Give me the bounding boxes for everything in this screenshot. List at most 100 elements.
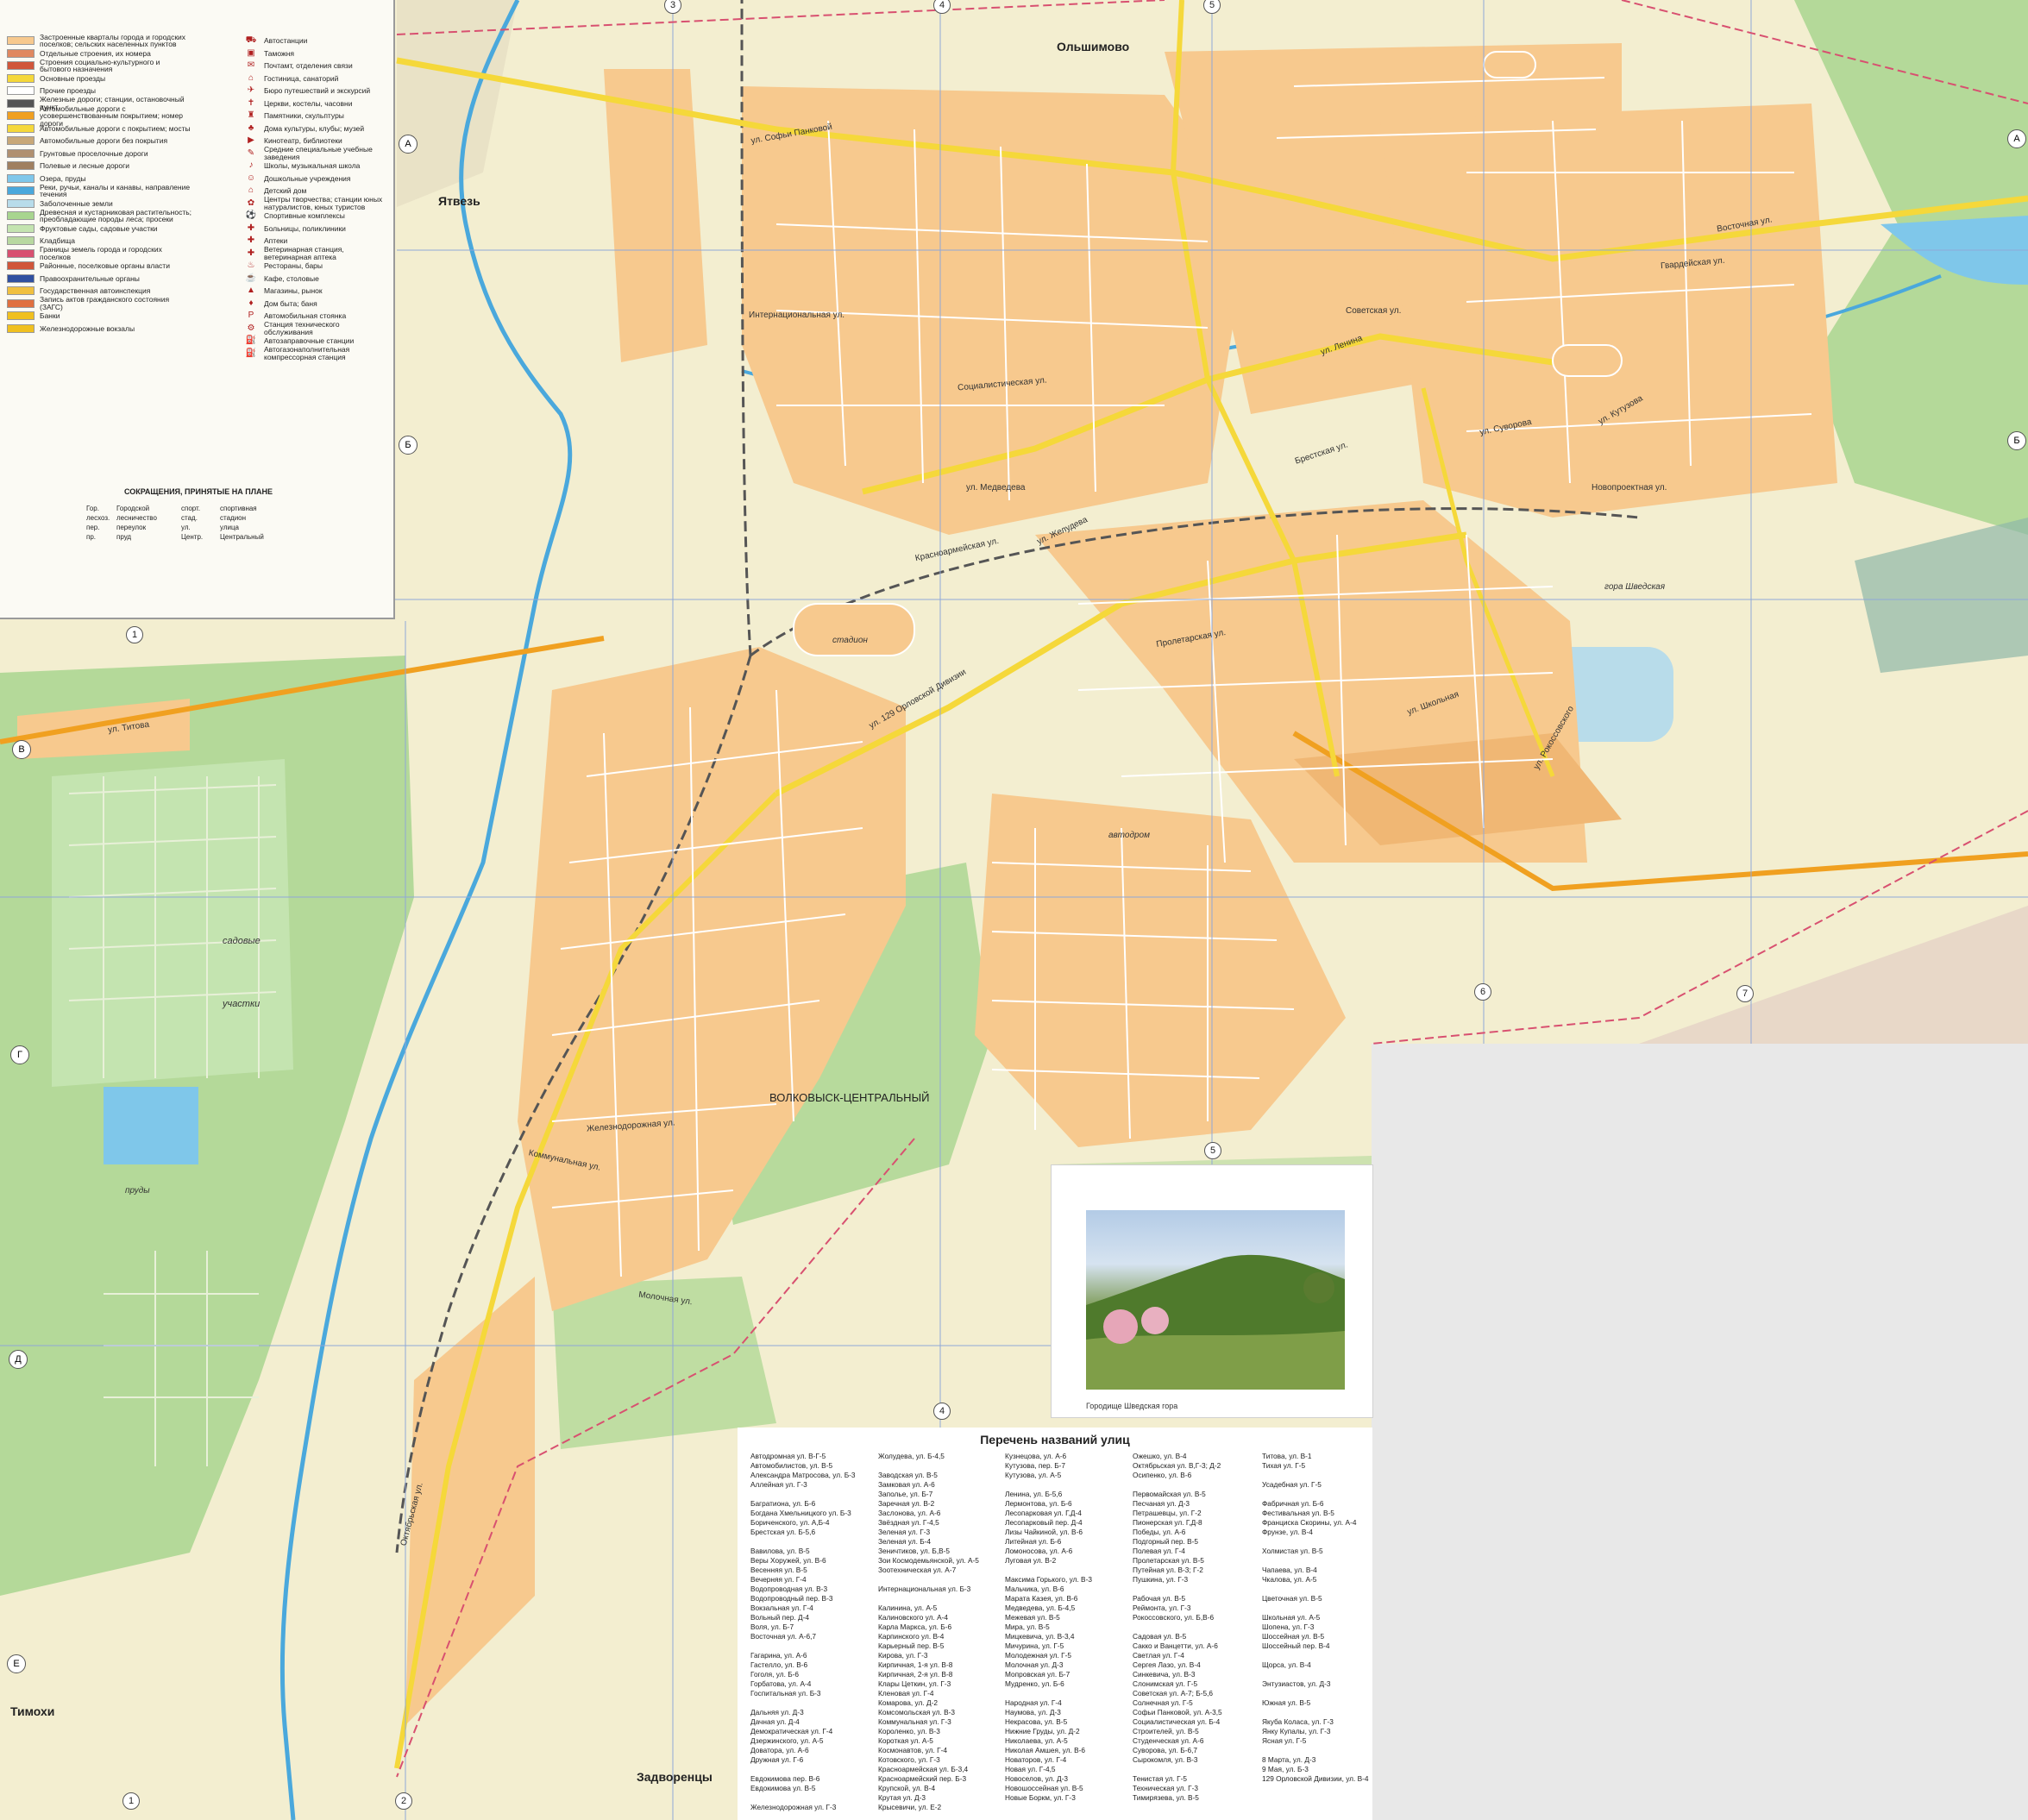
legend-symbol-icon: ♣ bbox=[248, 122, 254, 133]
street-index-spacer bbox=[1133, 1765, 1262, 1774]
street-index-entry: Новаторов, ул. Г-4 bbox=[1005, 1755, 1067, 1764]
garden-plots bbox=[52, 759, 293, 1087]
street-index-entry: Щорса, ул. В-4 bbox=[1262, 1660, 1311, 1669]
street-index-entry: Лесопарковая ул. Г,Д-4 bbox=[1005, 1509, 1082, 1517]
street-novoproektnaya: Новопроектная ул. bbox=[1592, 483, 1667, 493]
legend-item: ☺ Дошкольные учреждения bbox=[243, 173, 390, 185]
legend-label: Кинотеатр, библиотеки bbox=[264, 136, 342, 145]
street-index-column-2: Жолудева, ул. Б-4,5 Заводская ул. В-5 Зам… bbox=[878, 1452, 1008, 1812]
street-index-entry: Новоселов, ул. Д-3 bbox=[1005, 1774, 1069, 1783]
legend-label: Церкви, костелы, часовни bbox=[264, 98, 353, 108]
street-index-entry: Калиновского ул. А-4 bbox=[878, 1613, 949, 1622]
grid-marker-mid-1: 1 bbox=[126, 626, 143, 643]
legend-item: ♨ Рестораны, бары bbox=[243, 260, 390, 273]
stadium-north bbox=[1483, 51, 1536, 78]
street-index-entry: Вокзальная ул. Г-4 bbox=[750, 1603, 813, 1612]
street-index-entry: Якуба Коласа, ул. Г-3 bbox=[1262, 1717, 1334, 1726]
legend-label: Строения социально-культурного и бытовог… bbox=[40, 57, 160, 74]
street-index-entry: Молочная ул. Д-3 bbox=[1005, 1660, 1064, 1669]
street-index-entry: Подгорный пер. В-5 bbox=[1133, 1537, 1199, 1546]
legend-swatch bbox=[7, 273, 35, 283]
legend-label: Аптеки bbox=[264, 236, 288, 245]
legend-item: ▲ Магазины, рынок bbox=[243, 285, 390, 298]
legend-symbol-icon: ▲ bbox=[247, 286, 255, 296]
grid-marker-bottom-1: 1 bbox=[122, 1792, 140, 1810]
street-index-entry: Заречная ул. В-2 bbox=[878, 1499, 935, 1508]
street-index-entry: Комсомольская ул. В-3 bbox=[878, 1708, 956, 1716]
street-index-entry: Холмистая ул. В-5 bbox=[1262, 1547, 1323, 1555]
street-index-entry: Литейная ул. Б-6 bbox=[1005, 1537, 1062, 1546]
legend-item: ✚ Ветеринарная станция, ветеринарная апте… bbox=[243, 246, 390, 260]
street-index-entry: Тихая ул. Г-5 bbox=[1262, 1461, 1306, 1470]
abbreviation-cell: Городской bbox=[116, 505, 150, 512]
legend-item: Застроенные кварталы города и городских … bbox=[7, 32, 192, 49]
legend-label: Озера, пруды bbox=[40, 173, 86, 183]
street-index-entry: Наумова, ул. Д-3 bbox=[1005, 1708, 1061, 1716]
street-index-spacer bbox=[878, 1461, 1008, 1471]
legend-label: Средние специальные учебные заведения bbox=[264, 145, 373, 161]
street-index-entry: Жолудева, ул. Б-4,5 bbox=[878, 1452, 945, 1460]
legend-label: Магазины, рынок bbox=[264, 286, 323, 295]
street-index-entry: Мопровская ул. Б-7 bbox=[1005, 1670, 1071, 1679]
street-index-entry: Космонавтов, ул. Г-4 bbox=[878, 1746, 947, 1754]
street-index-entry: Крысевичи, ул. Е-2 bbox=[878, 1803, 942, 1811]
place-yatvez: Ятвезь bbox=[438, 194, 480, 208]
legend-label: Спортивные комплексы bbox=[264, 211, 345, 220]
street-index-entry: 8 Марта, ул. Д-3 bbox=[1262, 1755, 1316, 1764]
street-index-entry: Шоссейный пер. В-4 bbox=[1262, 1641, 1330, 1650]
legend-item: ✎ Средние специальные учебные заведения bbox=[243, 145, 390, 161]
grid-marker-left-v: В bbox=[12, 740, 31, 759]
street-index-entry: Евдокимова ул. В-5 bbox=[750, 1784, 816, 1792]
street-index-entry: Зеленая ул. Б-4 bbox=[878, 1537, 932, 1546]
street-index-entry: Восточная ул. А-6,7 bbox=[750, 1632, 817, 1641]
legend-symbol-icon: ⛽ bbox=[245, 336, 257, 346]
street-index-entry: Франциска Скорины, ул. А-4 bbox=[1262, 1518, 1357, 1527]
street-index-column-3: Кузнецова, ул. А-6 Кутузова, пер. Б-7 Куту… bbox=[1005, 1452, 1134, 1803]
abbreviation-cell: пруд bbox=[116, 533, 132, 541]
legend-item: ▣ Таможня bbox=[243, 47, 390, 60]
ponds-west bbox=[104, 1087, 198, 1164]
street-index-spacer bbox=[1005, 1480, 1134, 1490]
legend-symbol-icon: ♨ bbox=[247, 260, 255, 271]
street-medvedeva: ул. Медведева bbox=[966, 483, 1026, 493]
label-stadion: стадион bbox=[832, 636, 868, 645]
street-index-entry: Песчаная ул. Д-3 bbox=[1133, 1499, 1190, 1508]
legend-swatch bbox=[7, 236, 35, 246]
legend-item: ♣ Дома культуры, клубы; музей bbox=[243, 122, 390, 135]
legend-label: Почтамт, отделения связи bbox=[264, 61, 353, 70]
street-index-entry: Чапаева, ул. В-4 bbox=[1262, 1566, 1317, 1574]
street-index-entry: Кирпичная, 2-я ул. В-8 bbox=[878, 1670, 953, 1679]
legend-item: Реки, ручьи, каналы и канавы, направлени… bbox=[7, 182, 192, 199]
legend-label: Государственная автоинспекция bbox=[40, 286, 151, 295]
street-index-entry: Доватора, ул. А-6 bbox=[750, 1746, 809, 1754]
legend-swatch bbox=[7, 286, 35, 296]
street-index-entry: Строителей, ул. В-5 bbox=[1133, 1727, 1199, 1735]
stadium-east bbox=[1552, 344, 1623, 377]
legend-item: Районные, поселковые органы власти bbox=[7, 260, 192, 273]
legend-item: ✉ Почтамт, отделения связи bbox=[243, 60, 390, 72]
grid-marker-left-d: Д bbox=[9, 1350, 28, 1369]
legend-swatch bbox=[7, 261, 35, 271]
place-volkovysk-central: ВОЛКОВЫСК-ЦЕНТРАЛЬНЫЙ bbox=[769, 1091, 930, 1104]
street-index-entry: Зеленая ул. Г-3 bbox=[878, 1528, 931, 1536]
street-index-entry: Максима Горького, ул. В-3 bbox=[1005, 1575, 1092, 1584]
legend-item: Автомобильные дороги с покрытием; мосты bbox=[7, 122, 192, 135]
street-index-entry: Кленовая ул. Г-4 bbox=[878, 1689, 934, 1698]
street-index-entry: Мичурина, ул. Г-5 bbox=[1005, 1641, 1064, 1650]
blossom-tree-left bbox=[1103, 1309, 1138, 1344]
legend-label: Реки, ручьи, каналы и канавы, направлени… bbox=[40, 182, 191, 199]
empty-corner bbox=[1372, 1044, 2028, 1820]
street-index-spacer bbox=[1262, 1556, 1370, 1566]
street-index-entry: Марата Казея, ул. В-6 bbox=[1005, 1594, 1078, 1603]
street-index-entry: Лермонтова, ул. Б-6 bbox=[1005, 1499, 1072, 1508]
grid-marker-left-a: А bbox=[399, 135, 418, 154]
legend-label: Банки bbox=[40, 311, 60, 320]
legend-swatch bbox=[7, 323, 35, 333]
street-index-entry: Красноармейский пер. Б-3 bbox=[878, 1774, 967, 1783]
legend-label: Правоохранительные органы bbox=[40, 273, 140, 283]
street-index-entry: Вольный пер. Д-4 bbox=[750, 1613, 809, 1622]
street-index-entry: Евдокимова пер. В-6 bbox=[750, 1774, 820, 1783]
legend-label: Застроенные кварталы города и городских … bbox=[40, 32, 186, 49]
street-index-entry: Суворова, ул. Б-6,7 bbox=[1133, 1746, 1197, 1754]
street-index-entry: Рабочая ул. В-5 bbox=[1133, 1594, 1186, 1603]
